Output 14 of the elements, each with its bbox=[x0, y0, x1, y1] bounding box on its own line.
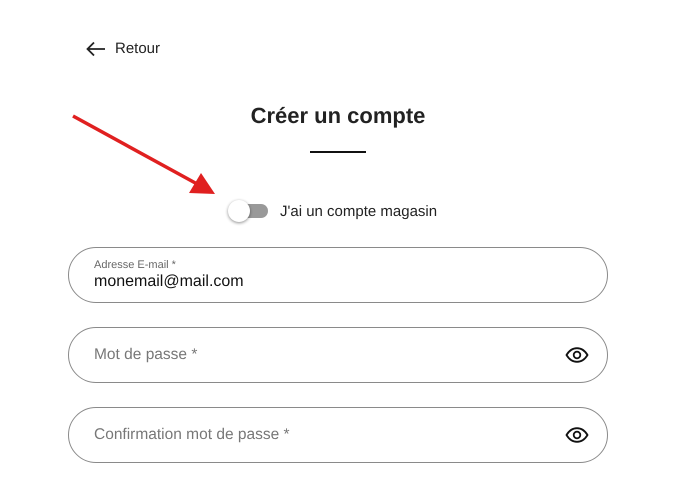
page-title: Créer un compte bbox=[250, 102, 426, 130]
email-field[interactable]: Adresse E-mail * monemail@mail.com bbox=[68, 247, 608, 303]
password-field[interactable]: Mot de passe * bbox=[68, 327, 608, 383]
field-placeholder: Confirmation mot de passe * bbox=[94, 426, 290, 444]
field-value: monemail@mail.com bbox=[94, 273, 244, 291]
back-link[interactable]: Retour bbox=[86, 40, 160, 57]
eye-icon[interactable] bbox=[565, 427, 589, 443]
toggle-switch[interactable] bbox=[228, 200, 268, 222]
eye-icon[interactable] bbox=[565, 347, 589, 363]
back-arrow-icon bbox=[86, 40, 106, 56]
password-field[interactable]: Confirmation mot de passe * bbox=[68, 407, 608, 463]
field-placeholder: Mot de passe * bbox=[94, 346, 198, 364]
field-label: Adresse E-mail * bbox=[94, 259, 177, 271]
toggle-label: J'ai un compte magasin bbox=[280, 202, 438, 220]
